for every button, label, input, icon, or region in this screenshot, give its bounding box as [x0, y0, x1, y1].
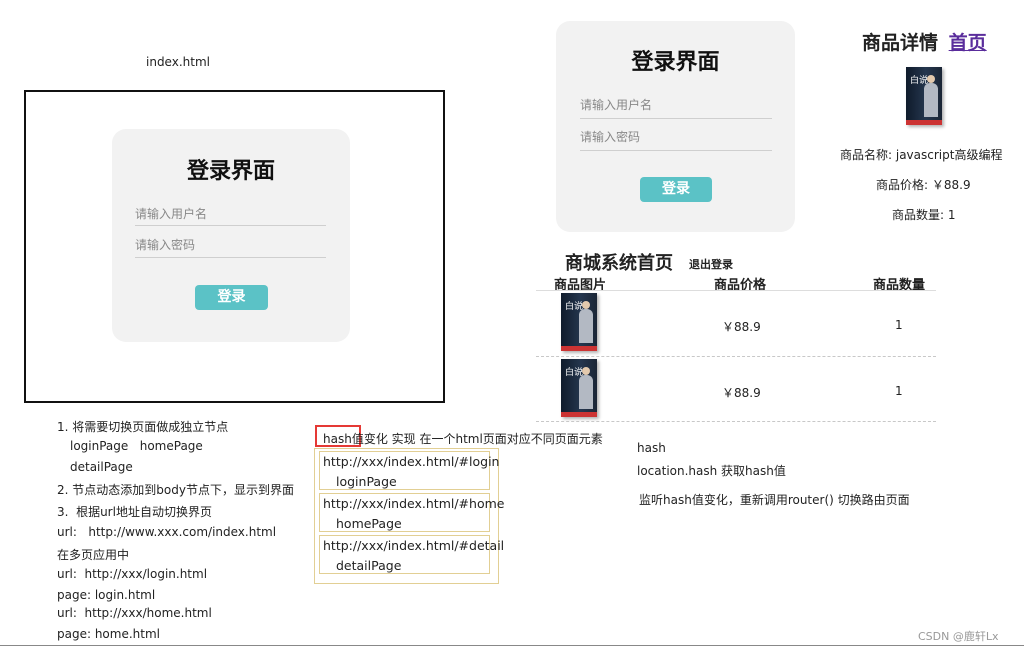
detail-qty: 商品数量: 1	[892, 208, 956, 222]
route-login-url: http://xxx/index.html/#login	[323, 454, 500, 469]
route-detail-page: detailPage	[336, 558, 402, 573]
detail-name: 商品名称: javascript高级编程	[840, 148, 1003, 162]
note-detail-page: detailPage	[70, 460, 133, 474]
password-input-small[interactable]: 请输入密码	[580, 128, 772, 151]
password-input[interactable]: 请输入密码	[135, 236, 326, 258]
note-3: 3. 根据url地址自动切换界页	[57, 505, 212, 519]
note-1: 1. 将需要切换页面做成独立节点	[57, 420, 229, 434]
login-title-small: 登录界面	[631, 50, 720, 75]
home-title: 商城系统首页	[565, 253, 673, 274]
hash-header: hash值变化 实现 在一个html页面对应不同页面元素	[323, 430, 603, 447]
note-pages: loginPage homePage	[70, 439, 203, 453]
row1-divider	[536, 356, 936, 357]
index-page-frame: 登录界面 请输入用户名 请输入密码 登录	[24, 90, 445, 403]
username-input-small[interactable]: 请输入用户名	[580, 96, 772, 119]
row1-book-image: 白说	[561, 293, 597, 351]
username-input[interactable]: 请输入用户名	[135, 205, 326, 226]
table-header-divider	[536, 290, 936, 291]
route-home-url: http://xxx/index.html/#home	[323, 496, 505, 511]
detail-book-image: 白说	[906, 67, 942, 125]
detail-price: 商品价格: ￥88.9	[876, 178, 971, 192]
hash-header-rest: 变化 实现 在一个html页面对应不同页面元素	[363, 432, 603, 446]
route-home-page: homePage	[336, 516, 402, 531]
login-title: 登录界面	[186, 159, 275, 184]
route-detail: http://xxx/index.html/#detail detailPage	[319, 535, 504, 574]
bottom-divider	[0, 645, 1024, 646]
watermark: CSDN @鹿轩Lx	[918, 630, 999, 643]
route-detail-url: http://xxx/index.html/#detail	[323, 538, 505, 553]
row2-divider	[536, 421, 936, 422]
logout-link[interactable]: 退出登录	[689, 256, 733, 272]
row1-price: ￥88.9	[722, 320, 761, 334]
route-login: http://xxx/index.html/#login loginPage	[319, 451, 499, 490]
note-multipage: 在多页应用中	[57, 548, 130, 562]
row2-qty: 1	[895, 384, 903, 398]
home-link[interactable]: 首页	[949, 32, 987, 54]
note-url-home: url: http://xxx/home.html	[57, 606, 212, 620]
row1-qty: 1	[895, 318, 903, 332]
note-page-home: page: home.html	[57, 627, 160, 641]
login-button[interactable]: 登录	[195, 285, 268, 310]
note-hash: hash	[637, 441, 666, 455]
note-url-login: url: http://xxx/login.html	[57, 567, 208, 581]
login-card-small: 登录界面 请输入用户名 请输入密码 登录	[556, 21, 795, 232]
index-file-label: index.html	[146, 55, 210, 69]
note-page-login: page: login.html	[57, 588, 156, 602]
hash-header-highlight: hash值	[323, 432, 364, 446]
detail-heading: 商品详情 首页	[862, 28, 987, 55]
login-button-small[interactable]: 登录	[640, 177, 712, 202]
row2-price: ￥88.9	[722, 386, 761, 400]
login-card: 登录界面 请输入用户名 请输入密码 登录	[112, 129, 350, 342]
note-2: 2. 节点动态添加到body节点下，显示到界面	[57, 483, 294, 497]
route-home: http://xxx/index.html/#home homePage	[319, 493, 504, 532]
note-router: 监听hash值变化，重新调用router() 切换路由页面	[639, 493, 910, 507]
detail-title: 商品详情	[862, 32, 939, 54]
row2-book-image: 白说	[561, 359, 597, 417]
note-location-hash: location.hash 获取hash值	[637, 464, 786, 478]
route-login-page: loginPage	[336, 474, 397, 489]
note-url-index: url: http://www.xxx.com/index.html	[57, 525, 277, 539]
